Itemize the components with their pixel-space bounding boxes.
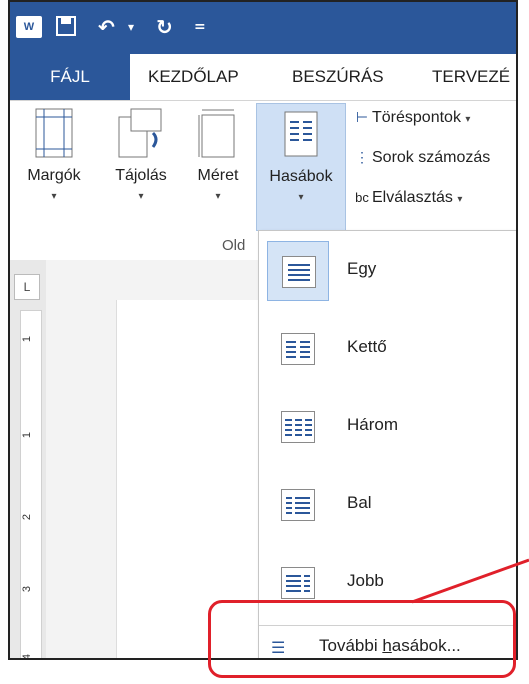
hyphenation-button[interactable]: bc Elválasztás ▾: [352, 189, 462, 207]
vertical-ruler-area: L 1 1 2 3 4: [10, 260, 46, 660]
tab-design[interactable]: TERVEZÉ: [418, 54, 516, 100]
customize-toolbar-icon[interactable]: =: [194, 16, 206, 38]
orientation-icon: [118, 108, 162, 158]
chevron-down-icon: ▾: [215, 191, 221, 202]
option-label: Kettő: [347, 337, 387, 356]
option-label: Bal: [347, 493, 372, 512]
breaks-icon: ⊢: [355, 109, 369, 125]
size-icon: [198, 109, 235, 158]
option-label: Jobb: [347, 571, 384, 590]
undo-icon[interactable]: ↶: [98, 16, 115, 38]
columns-option-one[interactable]: Egy: [263, 235, 516, 307]
columns-dropdown-menu: Egy Kettő Három Bal Jobb ☰ További hasáb…: [258, 230, 516, 658]
redo-icon[interactable]: ↻: [156, 16, 173, 38]
columns-button[interactable]: Hasábok ▾: [256, 103, 346, 231]
orientation-label: Tájolás: [115, 167, 167, 184]
hyphenation-icon: bc: [355, 190, 369, 205]
tab-file[interactable]: FÁJL: [10, 54, 130, 100]
left-column-icon: [281, 489, 315, 521]
line-numbers-button[interactable]: ⋮ Sorok számozás: [352, 149, 490, 167]
ruler-number: 1: [21, 431, 34, 439]
size-label: Méret: [197, 167, 239, 184]
chevron-down-icon: ▾: [457, 194, 463, 205]
group-label: Old: [222, 237, 246, 254]
ribbon-tabs: FÁJL KEZDŐLAP BESZÚRÁS TERVEZÉ: [10, 54, 516, 100]
ruler-number: 2: [21, 513, 34, 521]
right-column-icon: [281, 567, 315, 599]
columns-icon: [284, 111, 318, 157]
chevron-down-icon: ▾: [465, 114, 471, 125]
two-columns-icon: [281, 333, 315, 365]
margins-label: Margók: [27, 167, 81, 184]
line-numbers-label: Sorok számozás: [372, 149, 491, 166]
columns-option-two[interactable]: Kettő: [263, 313, 516, 385]
columns-option-three[interactable]: Három: [263, 391, 516, 463]
undo-dropdown-icon[interactable]: ▾: [128, 16, 134, 38]
breaks-label: Töréspontok: [372, 109, 461, 126]
tab-insert[interactable]: BESZÚRÁS: [278, 54, 398, 100]
ruler-number: 4: [21, 653, 34, 660]
chevron-down-icon: ▾: [51, 191, 57, 202]
option-label: Három: [347, 415, 399, 434]
word-logo-icon: W: [16, 16, 42, 38]
margins-button[interactable]: Margók ▾: [12, 107, 96, 202]
hyphenation-label: Elválasztás: [372, 189, 453, 206]
three-columns-icon: [281, 411, 315, 443]
annotation-highlight: [208, 600, 516, 678]
size-button[interactable]: Méret ▾: [182, 107, 254, 202]
columns-label: Hasábok: [269, 168, 333, 185]
option-label: Egy: [347, 259, 377, 278]
line-numbers-icon: ⋮: [355, 149, 369, 165]
columns-option-left[interactable]: Bal: [263, 469, 516, 541]
orientation-button[interactable]: Tájolás ▾: [100, 107, 182, 202]
title-bar: W ↶ ▾ ↻ =: [10, 2, 516, 54]
ruler-number: 1: [21, 335, 34, 343]
tab-selector[interactable]: L: [14, 274, 40, 300]
margins-icon: [35, 108, 73, 158]
one-column-icon: [282, 256, 316, 288]
ruler-number: 3: [21, 585, 34, 593]
tab-home[interactable]: KEZDŐLAP: [134, 54, 253, 100]
save-icon[interactable]: [56, 16, 76, 36]
chevron-down-icon: ▾: [138, 191, 144, 202]
breaks-button[interactable]: ⊢ Töréspontok ▾: [352, 109, 471, 127]
word-window: W ↶ ▾ ↻ = FÁJL KEZDŐLAP BESZÚRÁS TERVEZÉ…: [8, 0, 518, 660]
chevron-down-icon: ▾: [298, 192, 304, 203]
vertical-ruler[interactable]: 1 1 2 3 4: [20, 310, 42, 660]
